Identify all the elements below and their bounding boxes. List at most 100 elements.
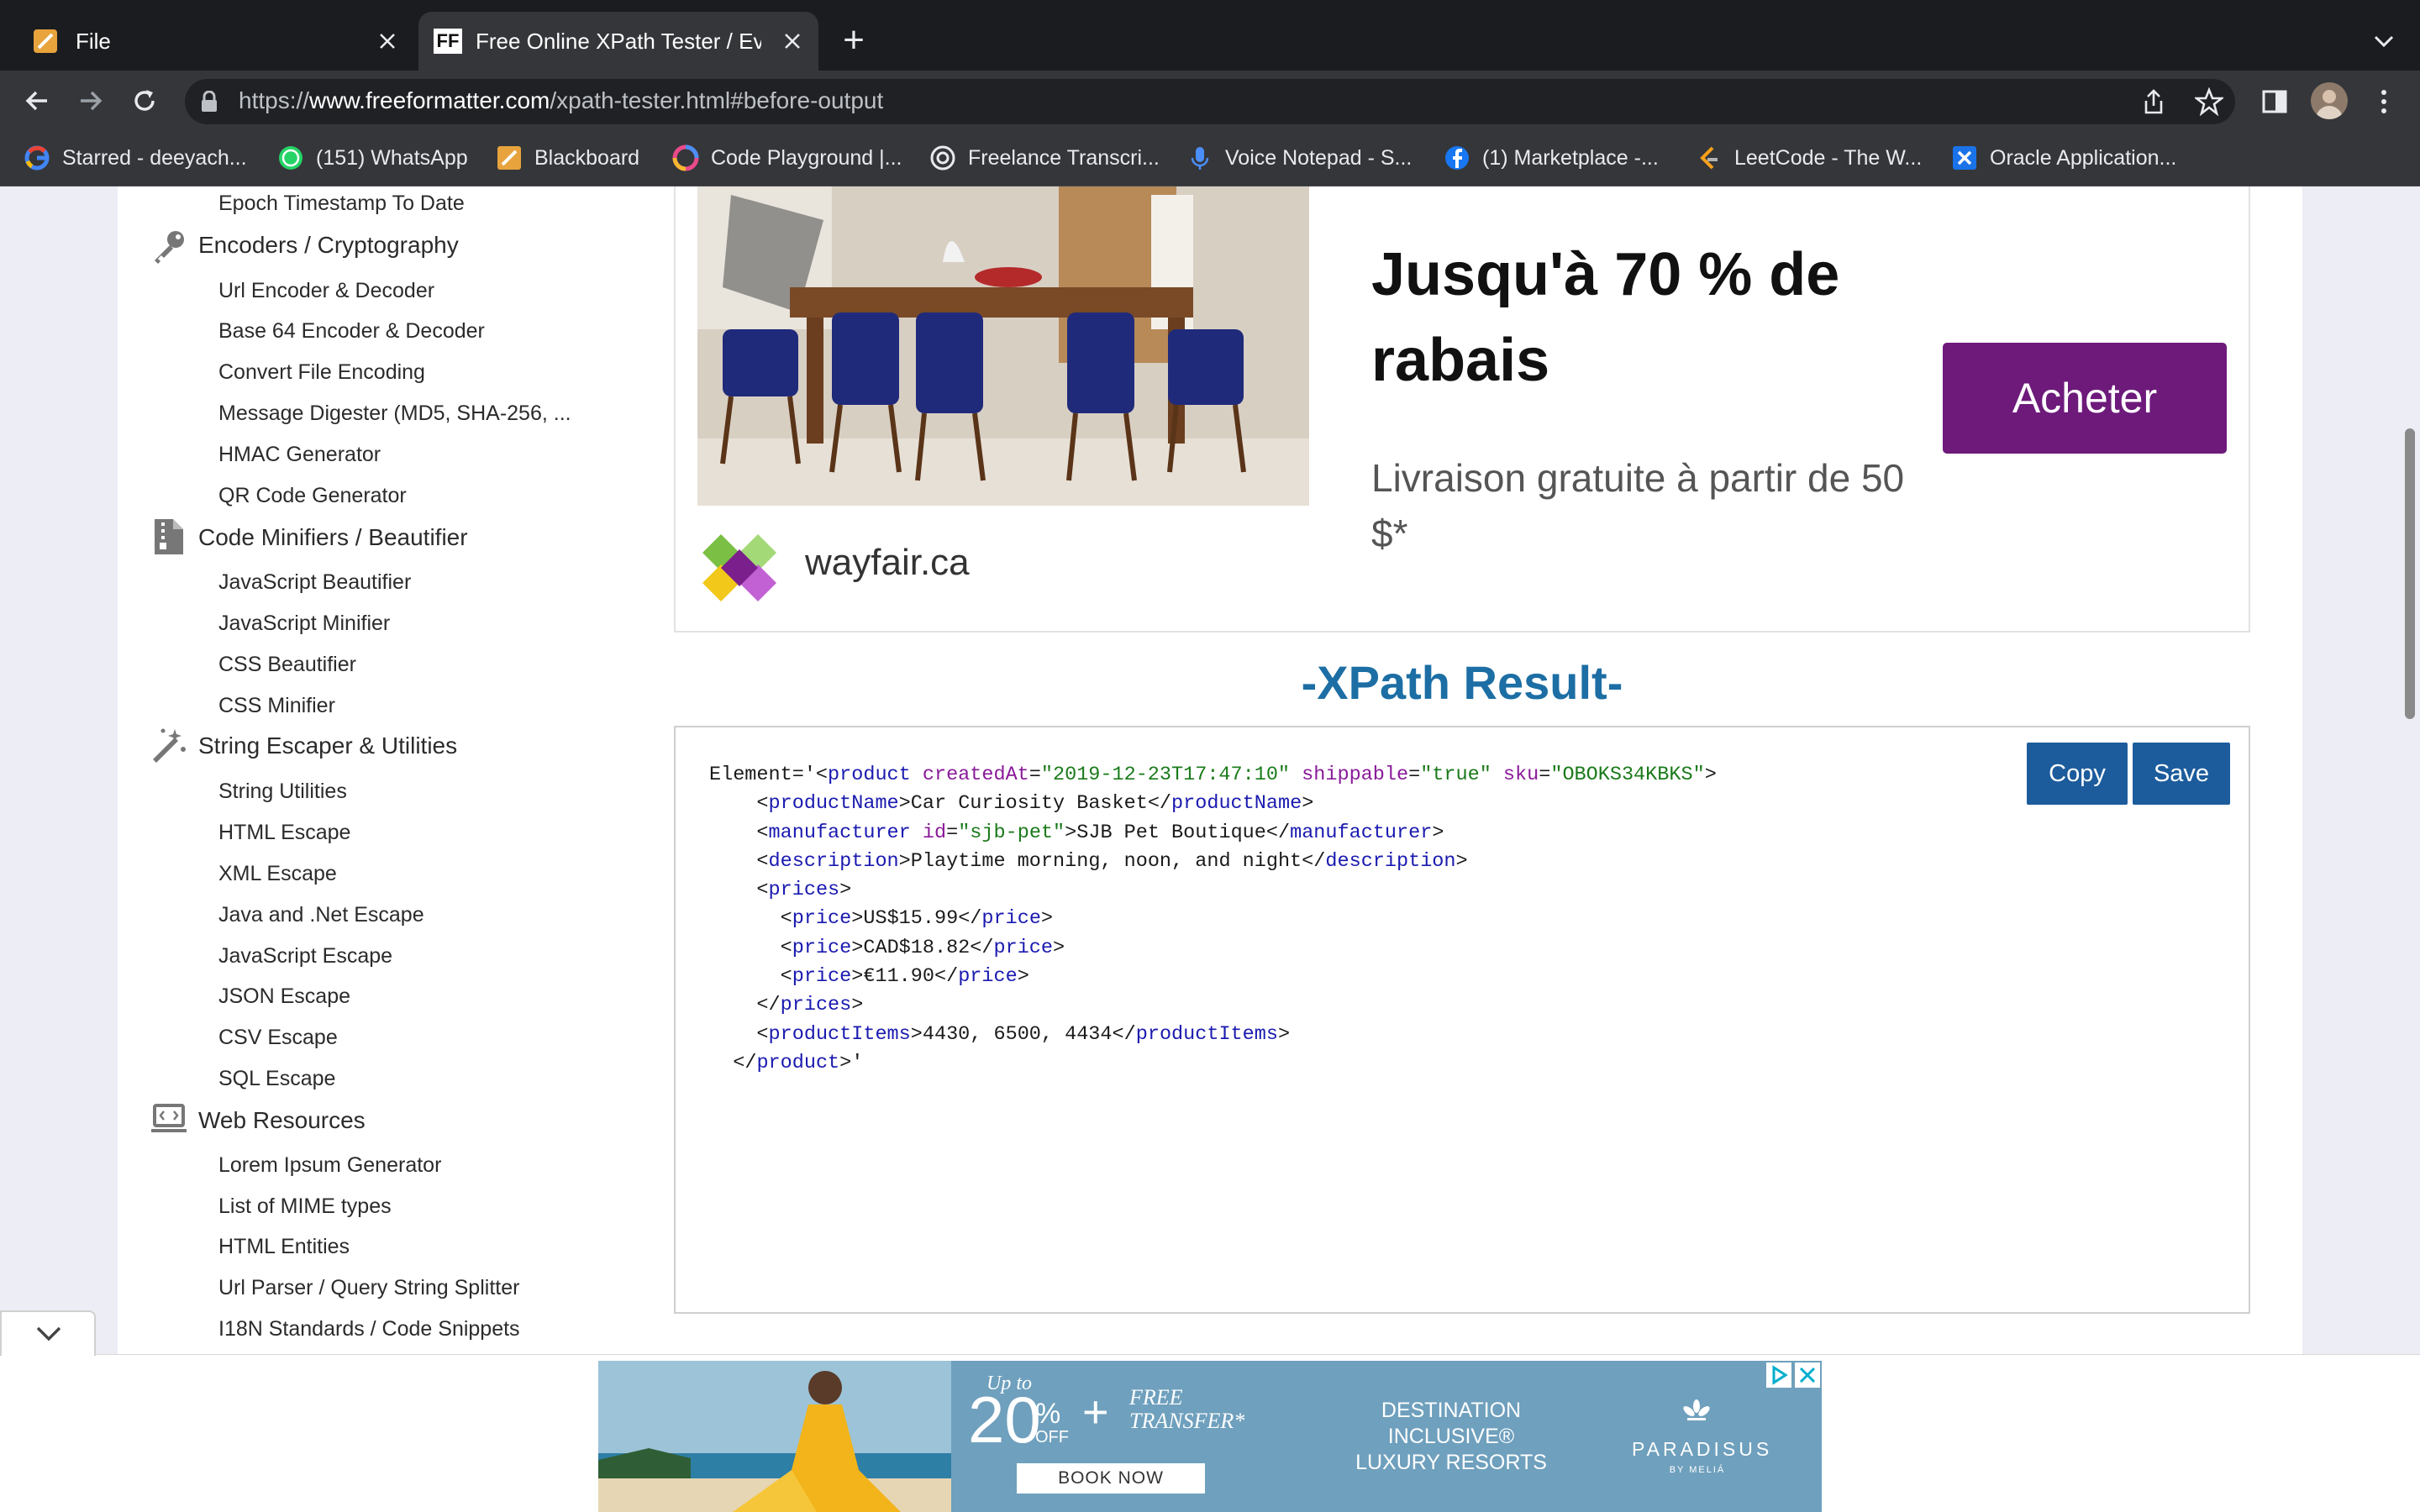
bookmark-oracle-application[interactable]: Oracle Application... [1951,141,2176,175]
bookmark-freelance-transcription[interactable]: Freelance Transcri... [929,141,1160,175]
ad-paradisus-sub: BY MELIÁ [1669,1465,1726,1475]
sidebar-item-csv-escape[interactable]: CSV Escape [218,1026,338,1050]
ad-book-now-button[interactable]: BOOK NOW [1017,1463,1205,1494]
ad-percent-sign: % [1035,1398,1061,1430]
tab-title: Free Online XPath Tester / Eval [476,28,761,54]
code-playground-icon [672,144,699,171]
copy-button[interactable]: Copy [2027,743,2128,805]
sidebar-item-js-minifier[interactable]: JavaScript Minifier [218,612,390,636]
bookmark-label: (1) Marketplace -... [1482,145,1659,170]
code-line: </product>' [733,1051,864,1074]
sidebar-item-qr-code[interactable]: QR Code Generator [218,484,407,508]
ad-dining-room-image[interactable] [697,186,1309,506]
sidebar-section-string-escaper[interactable]: String Escaper & Utilities [198,732,457,759]
bookmark-label: Oracle Application... [1990,145,2177,170]
reload-icon[interactable] [129,86,160,116]
close-tab-icon[interactable] [373,27,402,55]
bookmark-blackboard[interactable]: Blackboard [496,141,639,175]
ad-destination-text: DESTINATION INCLUSIVE® LUXURY RESORTS [1355,1399,1547,1474]
forward-arrow-icon[interactable] [76,86,106,116]
sidebar-item-base64[interactable]: Base 64 Encoder & Decoder [218,319,485,344]
sidebar-item-css-minifier[interactable]: CSS Minifier [218,694,335,718]
sidebar-item-epoch-timestamp[interactable]: Epoch Timestamp To Date [218,192,465,216]
google-icon [24,144,50,171]
code-line: <description>Playtime morning, noon, and… [756,849,1468,873]
sidebar-item-java-net-escape[interactable]: Java and .Net Escape [218,903,424,927]
share-icon[interactable] [2141,87,2166,116]
bookmark-marketplace[interactable]: (1) Marketplace -... [1444,141,1659,175]
sidebar-item-js-beautifier[interactable]: JavaScript Beautifier [218,570,411,595]
ad-brand-label[interactable]: wayfair.ca [805,542,970,584]
sidebar-section-web-resources[interactable]: Web Resources [198,1107,366,1134]
sidebar-item-sql-escape[interactable]: SQL Escape [218,1067,335,1091]
bookmark-code-playground[interactable]: Code Playground |... [672,141,902,175]
sidebar-item-lorem-ipsum[interactable]: Lorem Ipsum Generator [218,1153,441,1178]
sidebar-section-minifiers[interactable]: Code Minifiers / Beautifier [198,524,468,551]
tab-strip: File FF Free Online XPath Tester / Eval … [0,0,2420,71]
profile-avatar[interactable] [2311,82,2348,119]
ad-paradisus-brand: PARADISUS [1632,1438,1773,1460]
save-button[interactable]: Save [2133,743,2230,805]
code-line: <productName>Car Curiosity Basket</produ… [756,792,1314,816]
url-scheme: https:// [239,87,310,113]
code-line: <prices> [756,879,852,902]
laptop-code-icon [150,1100,188,1139]
magic-wand-icon [150,726,188,764]
paradisus-flower-icon [1682,1399,1711,1428]
sidebar-item-javascript-escape[interactable]: JavaScript Escape [218,944,392,969]
ad-headline[interactable]: Jusqu'à 70 % de rabais [1371,232,1943,403]
sidebar-item-hmac-generator[interactable]: HMAC Generator [218,443,381,467]
sidebar-item-string-utilities[interactable]: String Utilities [218,780,347,804]
back-arrow-icon[interactable] [22,86,52,116]
microphone-icon [1186,144,1213,171]
sidebar-item-mime-types[interactable]: List of MIME types [218,1194,392,1219]
chevron-down-icon [34,1322,64,1346]
bookmark-whatsapp[interactable]: (151) WhatsApp [277,141,468,175]
code-line: <price>CAD$18.82</price> [780,936,1065,959]
code-line: Element='<product createdAt="2019-12-23T… [709,764,1717,786]
sidebar-item-css-beautifier[interactable]: CSS Beautifier [218,653,356,677]
ad-free-transfer: FREE TRANSFER* [1129,1385,1245,1433]
ad-banner-paradisus[interactable]: Up to 20 % OFF + FREE TRANSFER* BOOK NOW… [598,1361,1822,1512]
wayfair-logo[interactable] [702,531,776,605]
sidebar-item-html-entities[interactable]: HTML Entities [218,1235,350,1259]
tab-file[interactable]: File [22,12,413,71]
file-tab-favicon-icon [32,28,59,55]
tab-search-chevron-down-icon[interactable] [2371,29,2396,54]
bookmark-voice-notepad[interactable]: Voice Notepad - S... [1186,141,1412,175]
xpath-result-code: Element='<product createdAt="2019-12-23T… [709,761,1717,1078]
sidebar-item-message-digester[interactable]: Message Digester (MD5, SHA-256, ... [218,402,571,426]
more-menu-icon[interactable] [2371,87,2396,116]
bookmark-label: Freelance Transcri... [968,145,1160,170]
sidebar-item-convert-file-encoding[interactable]: Convert File Encoding [218,360,425,385]
sidebar-section-encoders[interactable]: Encoders / Cryptography [198,232,459,259]
ad-subtext[interactable]: Livraison gratuite à partir de 50 $* [1371,450,1909,561]
sidebar-item-url-encoder[interactable]: Url Encoder & Decoder [218,279,434,303]
bookmark-star-icon[interactable] [2195,87,2223,116]
code-line: <productItems>4430, 6500, 4434</productI… [756,1022,1291,1046]
close-ad-icon[interactable] [1795,1362,1820,1388]
bookmark-starred[interactable]: Starred - deeyach... [24,141,247,175]
lock-icon[interactable] [200,91,218,113]
sidebar-item-i18n-standards[interactable]: I18N Standards / Code Snippets [218,1317,520,1341]
side-panel-icon[interactable] [2260,87,2289,116]
collapse-ad-button[interactable] [0,1310,96,1356]
tab-xpath-tester[interactable]: FF Free Online XPath Tester / Eval [418,12,818,71]
close-tab-icon[interactable] [778,27,807,55]
adchoices-icon[interactable] [1766,1362,1791,1388]
sidebar-item-url-parser[interactable]: Url Parser / Query String Splitter [218,1276,519,1300]
url-text[interactable]: https://www.freeformatter.com/xpath-test… [239,87,883,114]
new-tab-button[interactable]: + [837,22,871,59]
blackboard-icon [496,144,523,171]
bookmark-leetcode[interactable]: LeetCode - The W... [1696,141,1922,175]
bookmark-label: Code Playground |... [711,145,902,170]
beach-scene-image [598,1361,1822,1512]
sidebar-item-json-escape[interactable]: JSON Escape [218,984,350,1009]
sidebar-item-html-escape[interactable]: HTML Escape [218,821,350,845]
page-scrollbar-thumb[interactable] [2405,428,2415,719]
ad-buy-button[interactable]: Acheter [1943,343,2227,454]
sidebar-item-xml-escape[interactable]: XML Escape [218,862,337,886]
zip-file-icon [150,517,188,556]
ad-plus: + [1082,1387,1109,1437]
bookmark-label: Blackboard [534,145,640,170]
